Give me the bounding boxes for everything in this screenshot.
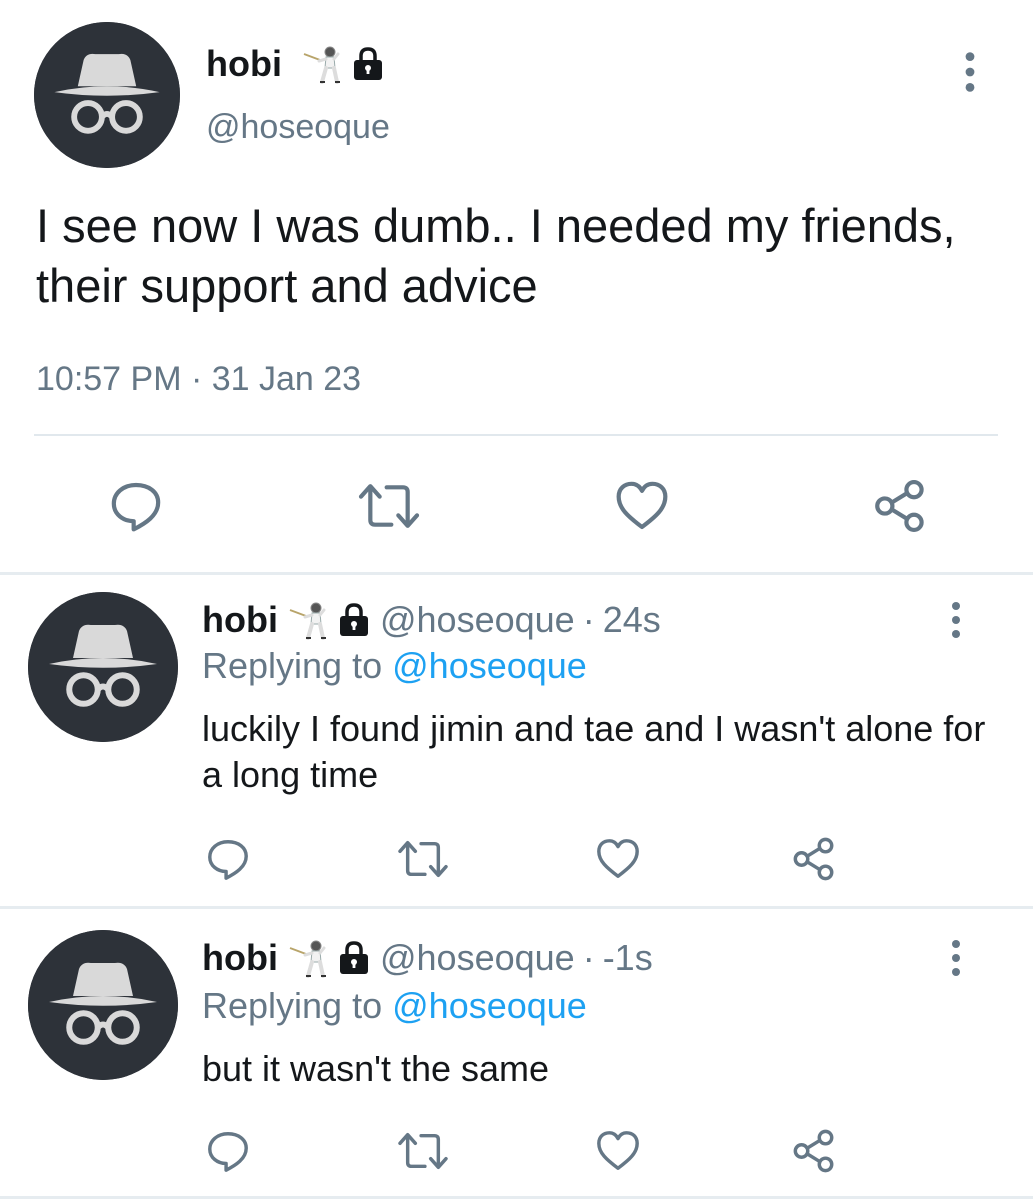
avatar[interactable]: [28, 592, 178, 742]
share-icon[interactable]: [790, 1128, 838, 1174]
like-icon[interactable]: [612, 478, 672, 534]
tweet-text: I see now I was dumb.. I needed my frien…: [36, 199, 956, 312]
tweet-timestamp[interactable]: 10:57 PM · 31 Jan 23: [36, 356, 361, 402]
share-icon[interactable]: [870, 478, 930, 534]
fencer-emoji-icon: [302, 44, 342, 84]
reply-header: hobi @hoseoque · 24s: [202, 598, 661, 642]
display-name[interactable]: hobi: [202, 936, 278, 980]
replying-to-label: Replying to: [202, 645, 383, 686]
more-vertical-icon[interactable]: [944, 600, 968, 640]
replying-to-mention[interactable]: @hoseoque: [392, 985, 587, 1026]
like-icon[interactable]: [594, 1128, 642, 1174]
relative-time[interactable]: 24s: [603, 598, 661, 642]
display-name[interactable]: hobi: [206, 40, 282, 88]
fencer-emoji-icon: [288, 938, 328, 978]
retweet-icon[interactable]: [356, 478, 422, 534]
display-name-row: hobi: [206, 40, 386, 88]
reply-icon[interactable]: [106, 478, 166, 534]
reply-header: hobi @hoseoque · -1s: [202, 936, 653, 980]
handle[interactable]: @hoseoque: [380, 936, 575, 980]
replying-to-label: Replying to: [202, 985, 383, 1026]
avatar[interactable]: [28, 930, 178, 1080]
retweet-icon[interactable]: [396, 1128, 450, 1174]
display-name[interactable]: hobi: [202, 598, 278, 642]
retweet-icon[interactable]: [396, 836, 450, 882]
divider: [0, 572, 1033, 575]
replying-to: Replying to @hoseoque: [202, 644, 587, 688]
separator-dot: ·: [582, 599, 595, 640]
tweet-text: but it wasn't the same: [202, 1048, 550, 1089]
incognito-avatar-icon: [28, 592, 178, 742]
share-icon[interactable]: [790, 836, 838, 882]
incognito-avatar-icon: [34, 22, 180, 168]
lock-icon: [336, 602, 372, 638]
fencer-emoji-icon: [288, 600, 328, 640]
lock-icon: [350, 46, 386, 82]
incognito-avatar-icon: [28, 930, 178, 1080]
handle[interactable]: @hoseoque: [206, 104, 390, 150]
replying-to: Replying to @hoseoque: [202, 984, 587, 1028]
reply-icon[interactable]: [204, 836, 252, 882]
divider: [34, 434, 998, 436]
replying-to-mention[interactable]: @hoseoque: [392, 645, 587, 686]
separator-dot: ·: [582, 937, 595, 978]
handle[interactable]: @hoseoque: [380, 598, 575, 642]
tweet-text: luckily I found jimin and tae and I wasn…: [202, 708, 986, 795]
avatar[interactable]: [34, 22, 180, 168]
relative-time[interactable]: -1s: [603, 936, 653, 980]
like-icon[interactable]: [594, 836, 642, 882]
divider: [0, 906, 1033, 909]
reply-icon[interactable]: [204, 1128, 252, 1174]
more-vertical-icon[interactable]: [955, 50, 985, 94]
lock-icon: [336, 940, 372, 976]
divider: [0, 1196, 1033, 1199]
more-vertical-icon[interactable]: [944, 938, 968, 978]
